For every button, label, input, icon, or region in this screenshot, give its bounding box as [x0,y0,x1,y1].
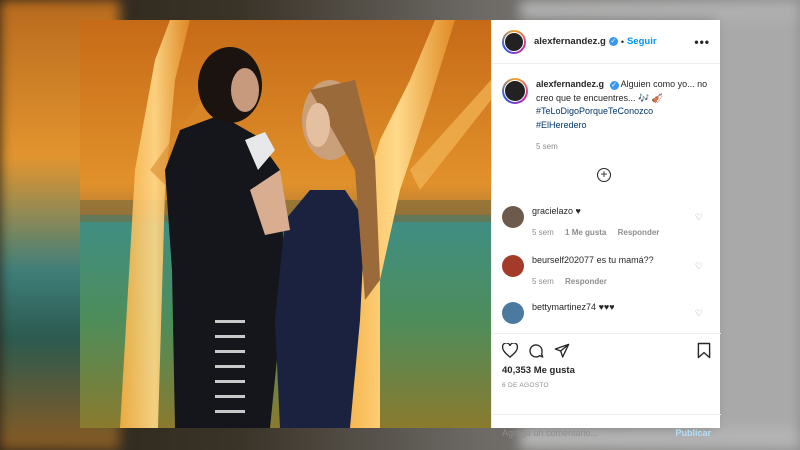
comment-time: 5 sem [532,277,554,286]
instagram-post: alexfernandez.g ✓ • Seguir ••• alexferna… [80,20,721,438]
comment-heart-icon[interactable]: ♡ [695,308,703,319]
comment-item: gracielazo ♥ 5 sem 1 Me gusta Responder … [502,206,711,237]
comment-text: ♥♥♥ [598,302,615,312]
hashtag-link[interactable]: #TeLoDigoPorqueTeConozco [536,105,710,119]
plus-circle-icon[interactable]: + [597,168,611,182]
reply-button[interactable]: Responder [618,228,660,237]
post-photo[interactable] [80,20,491,428]
separator-dot: • [620,36,624,47]
comment-text: ♥ [575,206,581,216]
comment-heart-icon[interactable]: ♡ [695,261,703,272]
comment-time: 5 sem [532,228,554,237]
actions-bar: 40,353 Me gusta 6 DE AGOSTO Agrega un co… [492,333,721,438]
comment-username[interactable]: bettymartinez74 [532,302,596,312]
comment-item: beurself202077 es tu mamá?? 5 sem Respon… [502,255,711,286]
avatar[interactable] [502,302,524,324]
avatar[interactable] [502,206,524,228]
reply-button[interactable]: Responder [565,277,607,286]
caption-time: 5 sem [536,142,558,151]
comment-likes[interactable]: 1 Me gusta [565,228,606,237]
verified-icon: ✓ [608,37,618,46]
hashtag-link[interactable]: #ElHeredero [536,119,710,133]
caption-avatar[interactable] [502,78,528,104]
verified-icon: ✓ [609,81,619,90]
like-count[interactable]: 40,353 Me gusta [492,359,721,376]
post-sidebar: alexfernandez.g ✓ • Seguir ••• alexferna… [491,20,721,438]
post-date: 6 DE AGOSTO [502,382,549,389]
caption: alexfernandez.g ✓ Alguien como yo... no … [492,64,720,154]
comment-icon[interactable] [528,343,544,359]
more-options-icon[interactable]: ••• [694,35,710,49]
add-comment-bar: Agrega un comentario... Publicar [492,414,721,450]
post-header: alexfernandez.g ✓ • Seguir ••• [492,20,720,64]
caption-username[interactable]: alexfernandez.g [536,79,604,89]
header-username[interactable]: alexfernandez.g [534,36,606,47]
share-icon[interactable] [554,343,570,359]
comment-item: bettymartinez74 ♥♥♥ ♡ [502,302,711,324]
follow-button[interactable]: Seguir [627,36,657,47]
avatar[interactable] [502,29,526,54]
comment-text: es tu mamá?? [596,255,654,265]
comment-heart-icon[interactable]: ♡ [695,212,703,223]
publish-button[interactable]: Publicar [675,428,711,438]
comment-input[interactable]: Agrega un comentario... [502,428,598,438]
heart-icon[interactable] [502,343,518,358]
avatar[interactable] [502,255,524,277]
comment-username[interactable]: beurself202077 [532,255,594,265]
bookmark-icon[interactable] [697,342,711,359]
comment-username[interactable]: gracielazo [532,206,573,216]
